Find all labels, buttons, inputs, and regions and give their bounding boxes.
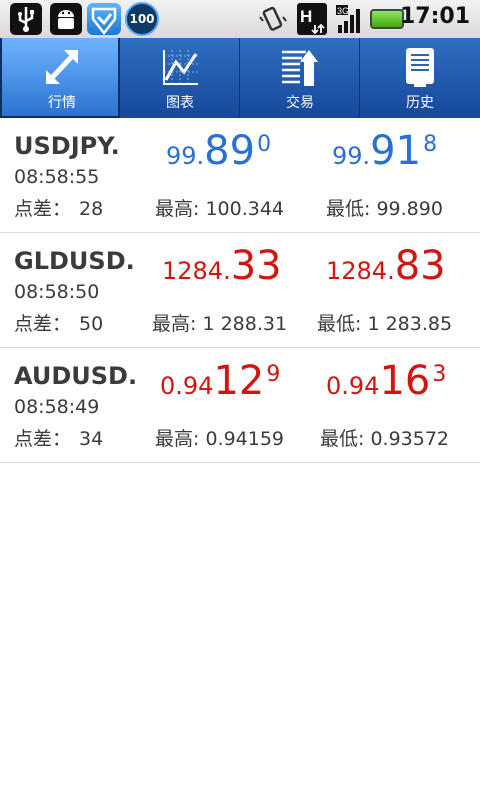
ask-price-prefix: 99. xyxy=(332,142,371,170)
high-value: 100.344 xyxy=(205,198,285,220)
status-bar: 100 H 3G 17:01 xyxy=(0,0,480,39)
spread-label: 点差： xyxy=(14,198,72,220)
high-value: 0.94159 xyxy=(205,428,285,450)
network-hplus-icon: H xyxy=(297,3,327,35)
quote-time: 08:58:55 xyxy=(14,166,100,188)
trade-list-icon xyxy=(282,50,318,86)
bid-price-pips: 12 xyxy=(213,358,265,404)
history-doc-icon xyxy=(406,48,434,87)
tab-quotes[interactable]: 行情 xyxy=(0,38,120,118)
bid-price-prefix: 0.94 xyxy=(160,372,214,400)
ask-price[interactable]: 1284.83 xyxy=(326,243,448,289)
low-price: 最低: 99.890 xyxy=(326,194,443,221)
bid-price-pips: 33 xyxy=(230,243,282,289)
clock: 17:01 xyxy=(399,4,470,29)
tab-chart[interactable]: 图表 xyxy=(120,38,240,118)
badge-count: 100 xyxy=(129,12,155,26)
usb-icon xyxy=(10,3,42,35)
spread-label: 点差： xyxy=(14,313,72,335)
bid-price-fraction: 9 xyxy=(266,362,281,387)
ask-price[interactable]: 0.94163 xyxy=(326,358,446,404)
ask-price-fraction: 3 xyxy=(432,362,447,387)
high-price: 最高: 1 288.31 xyxy=(152,309,287,336)
ask-price-fraction: 8 xyxy=(423,132,438,157)
low-value: 99.890 xyxy=(376,198,443,220)
bid-price[interactable]: 99.890 xyxy=(166,128,271,174)
signal-strength-icon: 3G xyxy=(334,3,366,35)
tab-bar: 行情 图表 交易 历史 xyxy=(0,38,480,118)
high-price: 最高: 100.344 xyxy=(155,194,284,221)
bid-price[interactable]: 0.94129 xyxy=(160,358,280,404)
spread: 点差： 50 xyxy=(14,309,103,336)
ask-price-pips: 16 xyxy=(379,358,431,404)
spread-label: 点差： xyxy=(14,428,72,450)
bid-price-prefix: 1284. xyxy=(162,257,231,285)
symbol-name: GLDUSD. xyxy=(14,247,135,275)
tab-history[interactable]: 历史 xyxy=(360,38,480,118)
high-label: 最高: xyxy=(155,428,200,450)
low-label: 最低: xyxy=(320,428,365,450)
line-chart-icon xyxy=(163,50,198,85)
low-label: 最低: xyxy=(326,198,371,220)
low-price: 最低: 0.93572 xyxy=(320,424,449,451)
resize-arrows-icon xyxy=(46,50,78,84)
symbol-name: AUDUSD. xyxy=(14,362,138,390)
vibrate-icon xyxy=(256,3,288,35)
tab-label: 交易 xyxy=(286,95,314,111)
quote-time: 08:58:50 xyxy=(14,281,100,303)
low-value: 1 283.85 xyxy=(367,313,453,335)
spread: 点差： 28 xyxy=(14,194,103,221)
bid-price-fraction: 0 xyxy=(257,132,272,157)
ask-price-prefix: 0.94 xyxy=(326,372,380,400)
tab-label: 图表 xyxy=(166,95,194,111)
tab-label: 行情 xyxy=(48,95,76,111)
ask-price-pips: 91 xyxy=(370,128,422,174)
quote-row-audusd[interactable]: AUDUSD. 08:58:49 点差： 34 0.94129 0.94163 最… xyxy=(0,348,480,463)
bid-price-prefix: 99. xyxy=(166,142,205,170)
svg-text:3G: 3G xyxy=(337,6,349,16)
tab-label: 历史 xyxy=(406,95,434,111)
high-value: 1 288.31 xyxy=(202,313,288,335)
high-label: 最高: xyxy=(155,198,200,220)
bid-price[interactable]: 1284.33 xyxy=(162,243,284,289)
ask-price[interactable]: 99.918 xyxy=(332,128,437,174)
tab-trade[interactable]: 交易 xyxy=(240,38,360,118)
ask-price-prefix: 1284. xyxy=(326,257,395,285)
spread-value: 50 xyxy=(79,313,104,335)
spread-value: 28 xyxy=(79,198,104,220)
shield-check-icon xyxy=(87,3,121,36)
quote-row-gldusd[interactable]: GLDUSD. 08:58:50 点差： 50 1284.33 1284.83 最… xyxy=(0,233,480,348)
symbol-name: USDJPY. xyxy=(14,132,120,160)
quote-time: 08:58:49 xyxy=(14,396,100,418)
android-icon xyxy=(50,3,82,35)
high-price: 最高: 0.94159 xyxy=(155,424,284,451)
spread: 点差： 34 xyxy=(14,424,103,451)
high-label: 最高: xyxy=(152,313,197,335)
ask-price-pips: 83 xyxy=(394,243,446,289)
low-price: 最低: 1 283.85 xyxy=(317,309,452,336)
low-label: 最低: xyxy=(317,313,362,335)
spread-value: 34 xyxy=(79,428,104,450)
battery-icon xyxy=(370,9,404,29)
bid-price-pips: 89 xyxy=(204,128,256,174)
low-value: 0.93572 xyxy=(370,428,450,450)
notification-badge-icon: 100 xyxy=(125,2,159,36)
svg-text:H: H xyxy=(300,7,312,26)
quote-row-usdjpy[interactable]: USDJPY. 08:58:55 点差： 28 99.890 99.918 最高:… xyxy=(0,118,480,233)
quotes-list: USDJPY. 08:58:55 点差： 28 99.890 99.918 最高:… xyxy=(0,118,480,463)
